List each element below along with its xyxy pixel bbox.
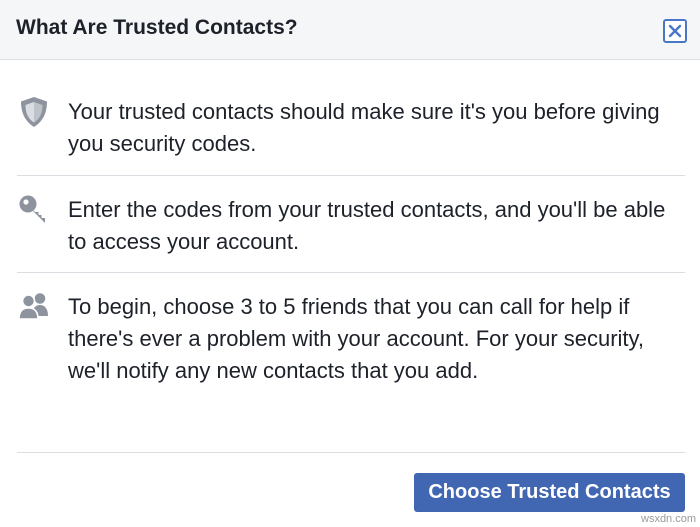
section-text-shield: Your trusted contacts should make sure i… [68, 99, 660, 156]
key-icon [19, 195, 45, 223]
close-icon [668, 24, 682, 38]
shield-icon [21, 97, 47, 127]
section-text-friends: To begin, choose 3 to 5 friends that you… [68, 294, 645, 383]
dialog-title: What Are Trusted Contacts? [16, 16, 298, 39]
choose-trusted-contacts-button[interactable]: Choose Trusted Contacts [414, 473, 685, 512]
dialog-header: What Are Trusted Contacts? [0, 0, 700, 60]
trusted-contacts-dialog: What Are Trusted Contacts? Your trusted … [0, 0, 700, 527]
section-text-key: Enter the codes from your trusted contac… [68, 197, 666, 254]
section-divider [17, 272, 685, 273]
close-button[interactable] [663, 19, 687, 43]
watermark: wsxdn.com [641, 513, 697, 525]
footer-divider [17, 452, 685, 453]
friends-icon [18, 293, 48, 320]
section-divider [17, 175, 685, 176]
